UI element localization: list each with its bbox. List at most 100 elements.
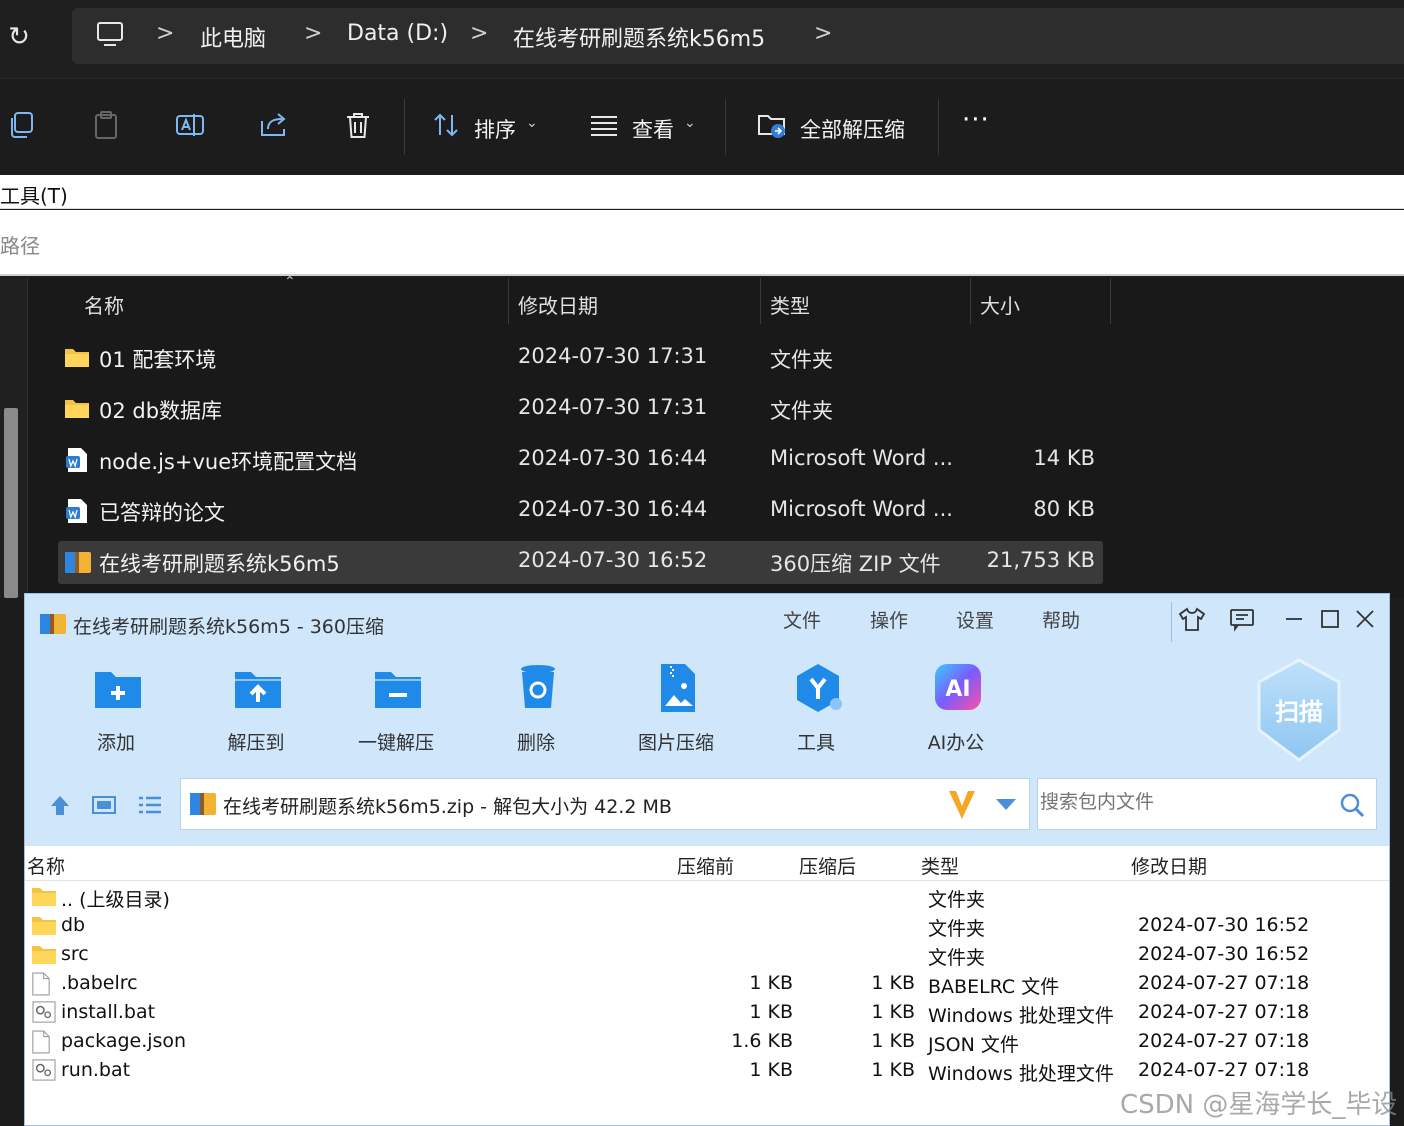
chevron-down-icon[interactable]	[995, 797, 1017, 811]
tools-button[interactable]: 工具	[761, 662, 871, 758]
file-row[interactable]: 01 配套环境 2024-07-30 17:31 文件夹	[58, 337, 1103, 380]
file-row[interactable]: 已答辩的论文 2024-07-30 16:44 Microsoft Word ...…	[58, 490, 1103, 533]
menu-file[interactable]: 文件	[783, 606, 821, 633]
sort-button[interactable]: 排序	[474, 114, 516, 144]
column-header-type[interactable]: 类型	[921, 852, 959, 879]
breadcrumb-this-pc[interactable]: 此电脑	[200, 21, 266, 53]
delete-label: 删除	[516, 732, 555, 754]
column-divider[interactable]	[970, 278, 971, 324]
archive-row[interactable]: .. (上级目录) 文件夹	[25, 882, 1389, 911]
this-pc-icon[interactable]	[96, 20, 124, 50]
column-header-size-before[interactable]: 压缩前	[677, 852, 734, 879]
rename-icon[interactable]	[174, 109, 206, 141]
extract-all-button[interactable]: 全部解压缩	[800, 114, 905, 144]
list-view-icon[interactable]	[137, 792, 163, 818]
add-icon	[95, 672, 141, 708]
archive-file-type: Windows 批处理文件	[928, 1063, 1114, 1085]
watermark: CSDN @星海学长_毕设	[1120, 1090, 1398, 1120]
extract-to-label: 解压到	[227, 732, 285, 754]
archive-file-name: src	[61, 943, 89, 965]
archive-path-text: 在线考研刷题系统k56m5.zip - 解包大小为 42.2 MB	[223, 796, 672, 818]
file-name: 01 配套环境	[99, 348, 217, 372]
file-type: 文件夹	[770, 399, 833, 423]
up-level-icon[interactable]	[47, 792, 73, 818]
search-input[interactable]	[1040, 791, 1320, 813]
breadcrumb-separator[interactable]: >	[156, 21, 174, 46]
column-divider[interactable]	[508, 278, 509, 324]
sort-icon[interactable]	[430, 109, 462, 141]
path-label[interactable]: 路径	[0, 230, 40, 259]
column-header-type[interactable]: 类型	[770, 290, 810, 319]
zip-window: 在线考研刷题系统k56m5 - 360压缩 文件 操作 设置 帮助 添加 解压到	[24, 593, 1390, 1126]
archive-row[interactable]: db 文件夹 2024-07-30 16:52	[25, 911, 1389, 940]
sort-ascending-icon: ⌃	[284, 274, 296, 290]
tools-menu[interactable]: 工具(T)	[0, 180, 68, 209]
zip-archive-icon	[190, 793, 216, 815]
file-name: 在线考研刷题系统k56m5	[99, 552, 340, 576]
scrollbar[interactable]	[4, 408, 18, 598]
paste-icon[interactable]	[90, 109, 122, 141]
breadcrumb[interactable]: > 此电脑 > Data (D:) > 在线考研刷题系统k56m5 >	[72, 8, 1404, 64]
maximize-icon[interactable]	[1315, 604, 1345, 634]
ai-office-label: AI办公	[927, 732, 985, 754]
archive-path-box[interactable]: 在线考研刷题系统k56m5.zip - 解包大小为 42.2 MB	[180, 778, 1030, 830]
column-header-size[interactable]: 大小	[980, 290, 1020, 319]
archive-file-type: JSON 文件	[928, 1034, 1019, 1056]
more-options-button[interactable]: ···	[962, 105, 990, 135]
file-row[interactable]: 在线考研刷题系统k56m5 2024-07-30 16:52 360压缩 ZIP 文…	[58, 541, 1103, 584]
archive-row[interactable]: src 文件夹 2024-07-30 16:52	[25, 940, 1389, 969]
search-icon[interactable]	[1338, 791, 1366, 819]
vip-icon[interactable]	[947, 787, 977, 821]
column-header-date[interactable]: 修改日期	[518, 290, 598, 319]
zip-archive-icon	[40, 614, 66, 634]
file-row[interactable]: 02 db数据库 2024-07-30 17:31 文件夹	[58, 388, 1103, 431]
image-compress-button[interactable]: 图片压缩	[621, 662, 731, 758]
breadcrumb-separator[interactable]: >	[304, 21, 322, 46]
archive-row[interactable]: package.json 1.6 KB 1 KB JSON 文件 2024-07-27 …	[25, 1027, 1389, 1056]
archive-row[interactable]: run.bat 1 KB 1 KB Windows 批处理文件 2024-07-27 0…	[25, 1056, 1389, 1085]
refresh-icon[interactable]: ↻	[4, 22, 34, 52]
column-divider[interactable]	[1110, 278, 1111, 324]
column-header-size-after[interactable]: 压缩后	[799, 852, 856, 879]
archive-row[interactable]: .babelrc 1 KB 1 KB BABELRC 文件 2024-07-27 07:…	[25, 969, 1389, 998]
minimize-icon[interactable]	[1279, 604, 1309, 634]
scan-button[interactable]: 扫描	[1251, 692, 1347, 727]
address-bar: ↻ > 此电脑 > Data (D:) > 在线考研刷题系统k56m5 >	[0, 0, 1404, 78]
chevron-down-icon[interactable]: ⌄	[526, 115, 538, 131]
batch-file-icon	[31, 1059, 57, 1081]
delete-button[interactable]: 删除	[481, 662, 591, 758]
share-icon[interactable]	[258, 109, 290, 141]
skin-icon[interactable]	[1177, 604, 1207, 634]
folder-icon	[64, 396, 90, 422]
view-button[interactable]: 查看	[632, 114, 674, 144]
copy-icon[interactable]	[6, 109, 38, 141]
menu-operation[interactable]: 操作	[870, 606, 908, 633]
thumbnail-view-icon[interactable]	[91, 792, 117, 818]
feedback-icon[interactable]	[1227, 604, 1257, 634]
breadcrumb-separator[interactable]: >	[814, 21, 832, 46]
breadcrumb-folder[interactable]: 在线考研刷题系统k56m5	[513, 21, 765, 53]
column-header-name[interactable]: 名称	[27, 852, 65, 879]
breadcrumb-separator[interactable]: >	[470, 21, 488, 46]
delete-icon[interactable]	[342, 109, 374, 141]
column-header-name[interactable]: 名称	[84, 290, 124, 319]
file-row[interactable]: node.js+vue环境配置文档 2024-07-30 16:44 Microso…	[58, 439, 1103, 482]
extract-all-icon[interactable]	[756, 109, 788, 141]
one-click-extract-button[interactable]: 一键解压	[341, 662, 451, 758]
chevron-down-icon[interactable]: ⌄	[684, 115, 696, 131]
archive-row[interactable]: install.bat 1 KB 1 KB Windows 批处理文件 2024-07-…	[25, 998, 1389, 1027]
file-list: ⌃ 名称 修改日期 类型 大小 01 配套环境 2024-07-30 17:31 文…	[0, 274, 1404, 598]
column-header-modified[interactable]: 修改日期	[1131, 852, 1207, 879]
view-icon[interactable]	[588, 109, 620, 141]
ai-office-button[interactable]: AI AI办公	[901, 662, 1011, 758]
close-icon[interactable]	[1350, 604, 1380, 634]
image-compress-icon	[661, 664, 695, 712]
menu-help[interactable]: 帮助	[1042, 606, 1080, 633]
column-divider[interactable]	[760, 278, 761, 324]
breadcrumb-drive[interactable]: Data (D:)	[347, 21, 448, 46]
menu-settings[interactable]: 设置	[956, 606, 994, 633]
extract-to-button[interactable]: 解压到	[201, 662, 311, 758]
file-date: 2024-07-30 17:31	[518, 344, 708, 368]
size-before: 1 KB	[749, 1001, 793, 1023]
add-button[interactable]: 添加	[61, 662, 171, 758]
